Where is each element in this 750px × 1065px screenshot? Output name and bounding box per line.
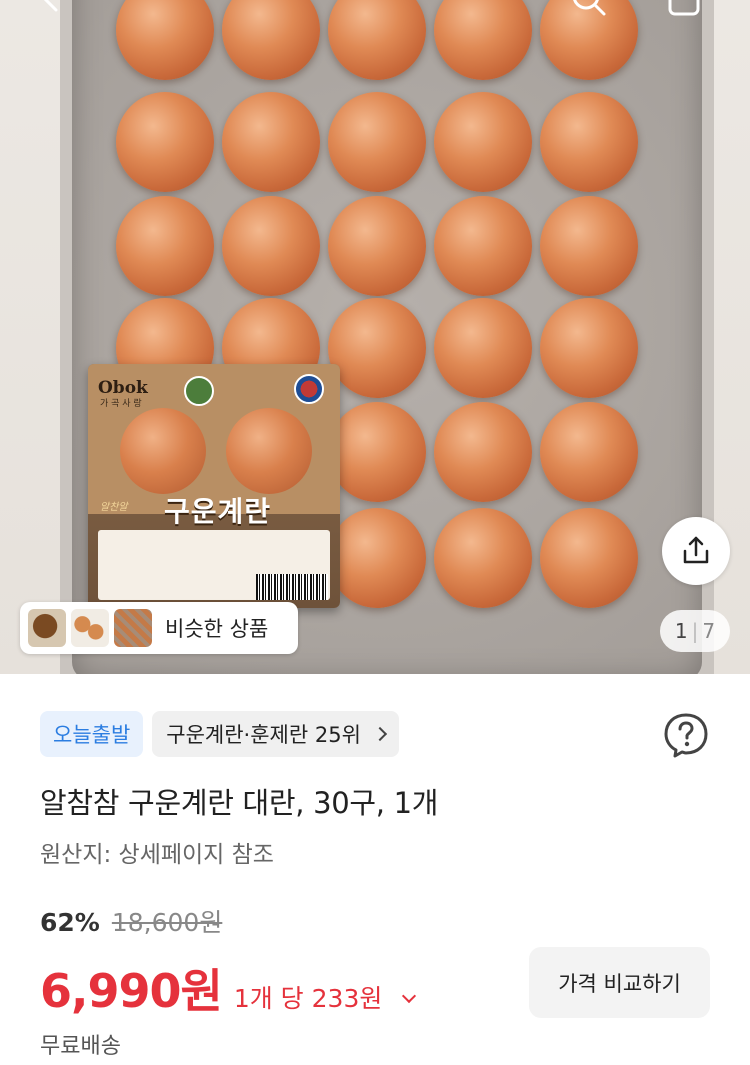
egg — [540, 298, 638, 398]
egg — [328, 402, 426, 502]
product-origin: 원산지: 상세페이지 참조 — [40, 842, 274, 868]
egg — [328, 508, 426, 608]
category-rank-link[interactable]: 구운계란·훈제란 25위 — [152, 711, 399, 757]
share-icon — [683, 536, 709, 564]
today-shipping-badge: 오늘출발 — [40, 711, 144, 757]
egg — [434, 92, 532, 192]
egg — [328, 196, 426, 296]
help-icon[interactable] — [662, 711, 710, 759]
korea-seal-icon — [294, 374, 324, 404]
similar-products-label: 비슷한 상품 — [165, 617, 269, 641]
package-title: 구운계란 — [164, 495, 272, 528]
discount-rate: 62% — [40, 908, 100, 937]
egg — [328, 92, 426, 192]
egg — [434, 508, 532, 608]
discount-row: 62% 18,600원 — [40, 903, 222, 939]
cart-icon[interactable] — [664, 0, 704, 18]
similar-thumb — [114, 609, 152, 647]
product-title: 알참참 구운계란 대란, 30구, 1개 — [40, 786, 439, 820]
sale-price: 6,990원 — [40, 964, 223, 1018]
similar-thumb — [71, 609, 109, 647]
package-egg — [120, 408, 206, 494]
original-price: 18,600원 — [111, 908, 223, 937]
barcode — [256, 574, 328, 600]
haccp-seal-icon — [184, 376, 214, 406]
chevron-down-icon — [402, 988, 417, 1004]
package-mark: 알찬알 — [100, 502, 128, 513]
egg — [222, 0, 320, 80]
current-page: 1 — [674, 619, 688, 643]
total-pages: 7 — [702, 619, 716, 643]
egg — [116, 196, 214, 296]
egg — [540, 402, 638, 502]
badge-row: 오늘출발 구운계란·훈제란 25위 — [40, 711, 399, 757]
similar-products-button[interactable]: 비슷한 상품 — [20, 602, 298, 654]
category-rank-label: 구운계란·훈제란 25위 — [166, 723, 361, 747]
product-image-gallery[interactable]: Obok 가 곡 사 랑 알찬알 구운계란 비슷한 상품 1 | 7 — [0, 0, 750, 674]
product-package: Obok 가 곡 사 랑 알찬알 구운계란 — [88, 364, 340, 608]
egg — [222, 196, 320, 296]
similar-thumb — [28, 609, 66, 647]
egg — [434, 0, 532, 80]
egg — [116, 92, 214, 192]
page-separator: | — [691, 619, 699, 643]
egg — [434, 298, 532, 398]
egg — [328, 298, 426, 398]
share-button[interactable] — [662, 517, 730, 585]
package-egg — [226, 408, 312, 494]
package-brand-sub: 가 곡 사 랑 — [100, 399, 142, 409]
egg — [328, 0, 426, 80]
egg — [116, 0, 214, 80]
unit-price: 1개 당 233원 — [233, 984, 383, 1013]
egg — [540, 196, 638, 296]
compare-price-button[interactable]: 가격 비교하기 — [529, 947, 710, 1018]
chevron-right-icon — [372, 726, 387, 742]
egg — [434, 196, 532, 296]
shipping-info: 무료배송 — [40, 1034, 121, 1059]
unit-price-toggle[interactable]: 1개 당 233원 — [233, 979, 417, 1015]
egg — [540, 92, 638, 192]
egg — [540, 508, 638, 608]
egg — [434, 402, 532, 502]
egg — [222, 92, 320, 192]
price-row: 6,990원 1개 당 233원 — [40, 955, 417, 1021]
search-icon[interactable] — [568, 0, 608, 18]
package-brand: Obok — [98, 378, 148, 398]
image-page-counter: 1 | 7 — [660, 610, 730, 652]
back-icon[interactable] — [30, 0, 70, 18]
